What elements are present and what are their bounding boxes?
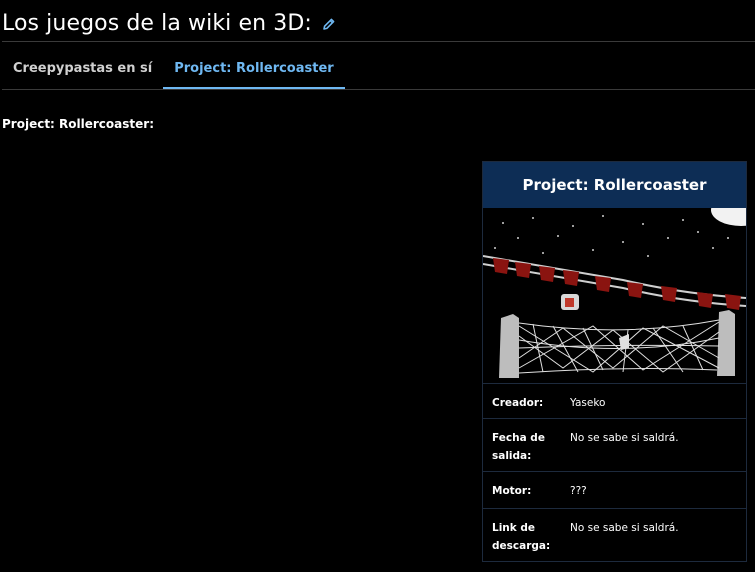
section-heading: Project: Rollercoaster: (2, 117, 154, 131)
page-header: Los juegos de la wiki en 3D: (2, 8, 336, 38)
row-label: Fecha de salida: (492, 432, 545, 462)
header-divider (2, 41, 755, 42)
infobox-row-creador: Creador: Yaseko (483, 384, 746, 419)
page-title: Los juegos de la wiki en 3D: (2, 10, 312, 36)
infobox: Project: Rollercoaster Creador: Yaseko F… (482, 161, 747, 562)
row-label: Motor: (492, 485, 532, 497)
row-value: ??? (570, 485, 587, 497)
tab-creepypastas[interactable]: Creepypastas en sí (2, 48, 163, 89)
tab-divider (2, 89, 755, 90)
row-value: No se sabe si saldrá. (570, 522, 679, 534)
row-value: No se sabe si saldrá. (570, 432, 679, 444)
row-label: Creador: (492, 397, 544, 409)
row-label: Link de descarga: (492, 522, 551, 552)
row-value: Yaseko (570, 397, 606, 409)
game-screenshot-image (483, 208, 746, 384)
infobox-title: Project: Rollercoaster (483, 162, 746, 208)
tab-bar: Creepypastas en sí Project: Rollercoaste… (2, 48, 345, 89)
infobox-row-motor: Motor: ??? (483, 472, 746, 509)
infobox-row-fecha: Fecha de salida: No se sabe si saldrá. (483, 419, 746, 472)
infobox-row-link: Link de descarga: No se sabe si saldrá. (483, 509, 746, 562)
tab-project-rollercoaster[interactable]: Project: Rollercoaster (163, 48, 345, 89)
pencil-icon[interactable] (322, 16, 336, 30)
